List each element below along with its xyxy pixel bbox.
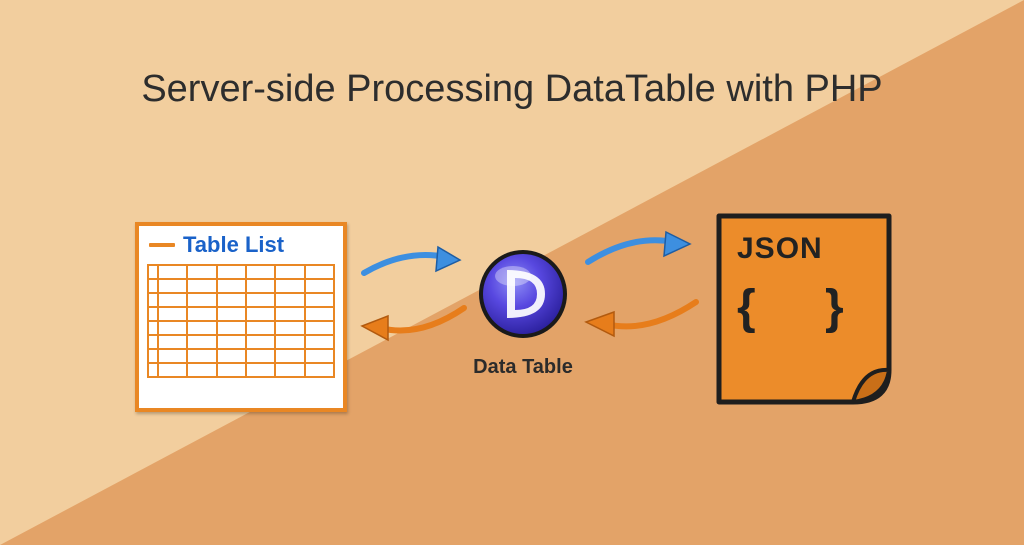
datatable-logo-icon [477,248,569,340]
datatable-label: Data Table [447,356,599,379]
diagram-title: Server-side Processing DataTable with PH… [0,68,1024,111]
table-card-title: Table List [183,232,284,258]
arrow-datatable-to-table-icon [352,298,470,344]
diagram-stage: Server-side Processing DataTable with PH… [0,0,1024,545]
table-grid [139,260,343,386]
json-label: JSON [737,232,823,266]
arrow-table-to-datatable-icon [360,243,470,285]
arrow-json-to-datatable-icon [576,292,702,340]
table-grid-rows [147,264,335,378]
table-list-card: Table List [135,222,347,412]
datatable-node: Data Table [477,248,569,345]
table-card-header: Table List [139,226,343,260]
header-dash-icon [149,243,175,247]
arrow-datatable-to-json-icon [582,230,700,274]
json-document: JSON { } [713,210,898,410]
json-braces: { } [737,280,872,335]
